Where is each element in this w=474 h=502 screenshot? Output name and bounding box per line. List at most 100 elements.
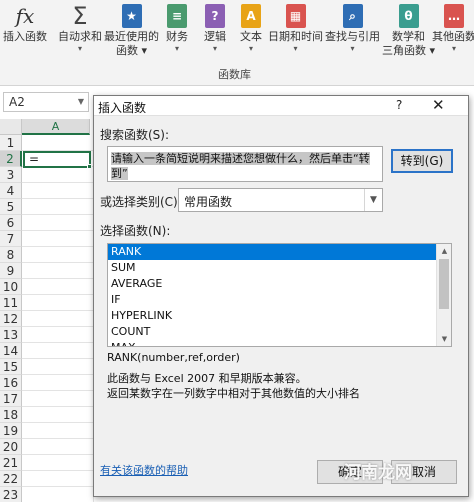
function-list[interactable]: RANKSUMAVERAGEIFHYPERLINKCOUNTMAX ▲ ▼ — [107, 243, 452, 347]
go-button[interactable]: 转到(G) — [391, 149, 453, 173]
row-header[interactable]: 19 — [0, 423, 22, 439]
column-header-a[interactable]: A — [22, 119, 90, 135]
function-library-group-label: 函数库 — [218, 68, 251, 81]
magnifier-book-icon: ⌕ — [340, 2, 366, 30]
row-header[interactable]: 22 — [0, 471, 22, 487]
category-label: 或选择类别(C): — [100, 195, 182, 209]
insert-function-button[interactable]: fx 插入函数 — [3, 2, 47, 44]
grid-cell[interactable] — [22, 199, 94, 215]
grid-cell[interactable] — [22, 231, 94, 247]
grid-cell[interactable] — [22, 295, 94, 311]
close-icon[interactable]: ✕ — [432, 96, 445, 114]
row-header[interactable]: 14 — [0, 343, 22, 359]
row-header[interactable]: 1 — [0, 135, 22, 151]
active-cell-a2[interactable]: = — [23, 151, 91, 168]
insert-function-label: 插入函数 — [3, 30, 47, 43]
grid-cell[interactable] — [22, 423, 94, 439]
grid-cell[interactable] — [22, 359, 94, 375]
function-list-item[interactable]: AVERAGE — [108, 276, 438, 292]
logic-button[interactable]: ? 逻辑 ▾ — [202, 2, 228, 53]
name-box[interactable]: A2 ▼ — [3, 92, 89, 112]
function-list-item[interactable]: IF — [108, 292, 438, 308]
row-header[interactable]: 4 — [0, 183, 22, 199]
row-header[interactable]: 17 — [0, 391, 22, 407]
function-list-item[interactable]: COUNT — [108, 324, 438, 340]
function-description: 返回某数字在一列数字中相对于其他数值的大小排名 — [107, 387, 360, 400]
autosum-button[interactable]: Σ 自动求和 ▾ — [58, 2, 102, 53]
math-trig-button[interactable]: θ 数学和 三角函数 ▾ — [382, 2, 435, 58]
row-header[interactable]: 20 — [0, 439, 22, 455]
row-header[interactable]: 16 — [0, 375, 22, 391]
row-header[interactable]: 23 — [0, 487, 22, 502]
function-help-link[interactable]: 有关该函数的帮助 — [100, 462, 188, 478]
grid-cell[interactable] — [22, 135, 94, 151]
chevron-down-icon[interactable]: ▼ — [78, 97, 84, 106]
row-header[interactable]: 18 — [0, 407, 22, 423]
function-list-item[interactable]: RANK — [108, 244, 438, 260]
grid-cell[interactable] — [22, 247, 94, 263]
fill-handle[interactable] — [87, 164, 92, 169]
select-function-label: 选择函数(N): — [100, 224, 171, 238]
row-header[interactable]: 11 — [0, 295, 22, 311]
grid-cell[interactable] — [22, 455, 94, 471]
search-function-input[interactable]: 请输入一条简短说明来描述您想做什么，然后单击“转到” — [107, 146, 383, 182]
grid-cell[interactable] — [22, 343, 94, 359]
help-icon[interactable]: ? — [396, 98, 402, 112]
dialog-title: 插入函数 — [98, 101, 147, 115]
function-list-item[interactable]: MAX — [108, 340, 438, 346]
row-header[interactable]: 6 — [0, 215, 22, 231]
text-book-icon: A — [238, 2, 264, 30]
scroll-up-icon[interactable]: ▲ — [437, 244, 451, 258]
text-button[interactable]: A 文本 ▾ — [238, 2, 264, 53]
select-all-corner[interactable] — [0, 119, 22, 135]
function-list-item[interactable]: SUM — [108, 260, 438, 276]
scroll-down-icon[interactable]: ▼ — [437, 332, 451, 346]
row-header[interactable]: 3 — [0, 167, 22, 183]
grid-cell[interactable] — [22, 279, 94, 295]
grid-cell[interactable] — [22, 263, 94, 279]
function-list-items: RANKSUMAVERAGEIFHYPERLINKCOUNTMAX — [108, 244, 451, 346]
grid-cell[interactable] — [22, 487, 94, 502]
chevron-down-icon: ▾ — [350, 44, 355, 53]
insert-function-dialog: 插入函数 ? ✕ 搜索函数(S): 请输入一条简短说明来描述您想做什么，然后单击… — [93, 95, 469, 497]
grid-cell[interactable] — [22, 183, 94, 199]
lookup-reference-button[interactable]: ⌕ 查找与引用 ▾ — [325, 2, 380, 53]
grid-cell[interactable] — [22, 391, 94, 407]
row-header[interactable]: 8 — [0, 247, 22, 263]
category-select[interactable]: 常用函数 ▼ — [178, 188, 383, 212]
row-header[interactable]: 15 — [0, 359, 22, 375]
scrollbar-thumb[interactable] — [439, 259, 449, 309]
finance-label: 财务 — [166, 30, 188, 43]
function-list-item[interactable]: HYPERLINK — [108, 308, 438, 324]
more-functions-button[interactable]: … 其他函数 ▾ — [432, 2, 474, 53]
chevron-down-icon: ▾ — [451, 44, 456, 53]
grid-cell[interactable] — [22, 167, 94, 183]
grid-cell[interactable] — [22, 471, 94, 487]
row-header[interactable]: 2 — [0, 151, 22, 167]
chevron-down-icon[interactable]: ▼ — [364, 189, 382, 211]
grid-cell[interactable] — [22, 375, 94, 391]
finance-button[interactable]: ≡ 财务 ▾ — [164, 2, 190, 53]
autosum-label: 自动求和 — [58, 30, 102, 43]
question-book-icon: ? — [202, 2, 228, 30]
row-header[interactable]: 10 — [0, 279, 22, 295]
chevron-down-icon: ▾ — [293, 44, 298, 53]
row-header[interactable]: 9 — [0, 263, 22, 279]
grid-cell[interactable] — [22, 407, 94, 423]
grid-cell[interactable] — [22, 327, 94, 343]
recent-functions-button[interactable]: ★ 最近使用的 函数 ▾ — [104, 2, 159, 58]
search-function-label: 搜索函数(S): — [100, 128, 170, 142]
row-header[interactable]: 5 — [0, 199, 22, 215]
grid-cell[interactable] — [22, 311, 94, 327]
function-list-scrollbar[interactable]: ▲ ▼ — [436, 244, 451, 346]
dialog-titlebar[interactable]: 插入函数 ? ✕ — [94, 96, 468, 116]
logic-label: 逻辑 — [204, 30, 226, 43]
row-header[interactable]: 13 — [0, 327, 22, 343]
star-book-icon: ★ — [119, 2, 145, 30]
grid-cell[interactable] — [22, 439, 94, 455]
row-header[interactable]: 7 — [0, 231, 22, 247]
row-header[interactable]: 21 — [0, 455, 22, 471]
date-time-button[interactable]: ▦ 日期和时间 ▾ — [268, 2, 323, 53]
grid-cell[interactable] — [22, 215, 94, 231]
row-header[interactable]: 12 — [0, 311, 22, 327]
